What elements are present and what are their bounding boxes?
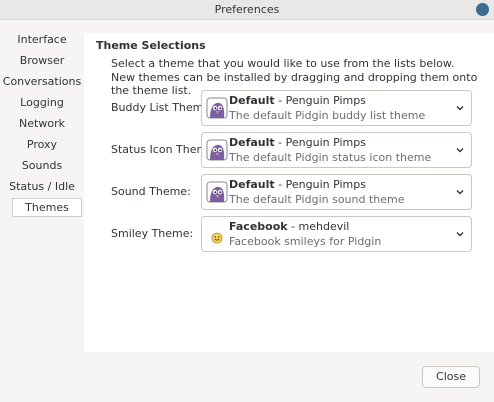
sidebar-item-network[interactable]: Network — [0, 114, 84, 133]
title-bar: Preferences — [0, 0, 494, 20]
window-title: Preferences — [214, 3, 280, 16]
themes-panel: Theme Selections Select a theme that you… — [84, 33, 494, 352]
sidebar-item-conversations[interactable]: Conversations — [0, 72, 84, 91]
sound-theme-label: Sound Theme: — [111, 185, 191, 198]
theme-description: The default Pidgin status icon theme — [229, 151, 432, 164]
sidebar-item-interface[interactable]: Interface — [0, 30, 84, 49]
status-icon-theme-combo[interactable]: Default - Penguin Pimps The default Pidg… — [201, 132, 472, 168]
description-line-1: Select a theme that you would like to us… — [111, 57, 455, 70]
sidebar-item-sounds[interactable]: Sounds — [0, 156, 84, 175]
theme-description: The default Pidgin buddy list theme — [229, 109, 426, 122]
pidgin-icon — [206, 97, 228, 119]
sidebar-item-proxy[interactable]: Proxy — [0, 135, 84, 154]
chevron-down-icon — [456, 148, 464, 153]
theme-title: Default - Penguin Pimps — [229, 178, 366, 191]
window-close-button[interactable] — [476, 3, 489, 16]
buddy-list-theme-label: Buddy List Theme: — [111, 101, 214, 114]
theme-title: Default - Penguin Pimps — [229, 94, 366, 107]
sidebar-item-logging[interactable]: Logging — [0, 93, 84, 112]
theme-title: Facebook - mehdevil — [229, 220, 350, 233]
pidgin-icon — [206, 181, 228, 203]
close-button[interactable]: Close — [422, 366, 480, 388]
sidebar-item-browser[interactable]: Browser — [0, 51, 84, 70]
smiley-theme-label: Smiley Theme: — [111, 227, 194, 240]
section-title: Theme Selections — [96, 39, 206, 52]
sidebar-item-status-idle[interactable]: Status / Idle — [0, 177, 84, 196]
theme-title: Default - Penguin Pimps — [229, 136, 366, 149]
sidebar: Interface Browser Conversations Logging … — [0, 20, 84, 352]
chevron-down-icon — [456, 106, 464, 111]
chevron-down-icon — [456, 190, 464, 195]
smiley-icon — [211, 232, 223, 244]
pidgin-icon — [206, 139, 228, 161]
smiley-theme-combo[interactable]: Facebook - mehdevil Facebook smileys for… — [201, 216, 472, 252]
sidebar-item-themes[interactable]: Themes — [12, 198, 82, 217]
chevron-down-icon — [456, 232, 464, 237]
theme-description: Facebook smileys for Pidgin — [229, 235, 382, 248]
sound-theme-combo[interactable]: Default - Penguin Pimps The default Pidg… — [201, 174, 472, 210]
buddy-list-theme-combo[interactable]: Default - Penguin Pimps The default Pidg… — [201, 90, 472, 126]
theme-description: The default Pidgin sound theme — [229, 193, 405, 206]
